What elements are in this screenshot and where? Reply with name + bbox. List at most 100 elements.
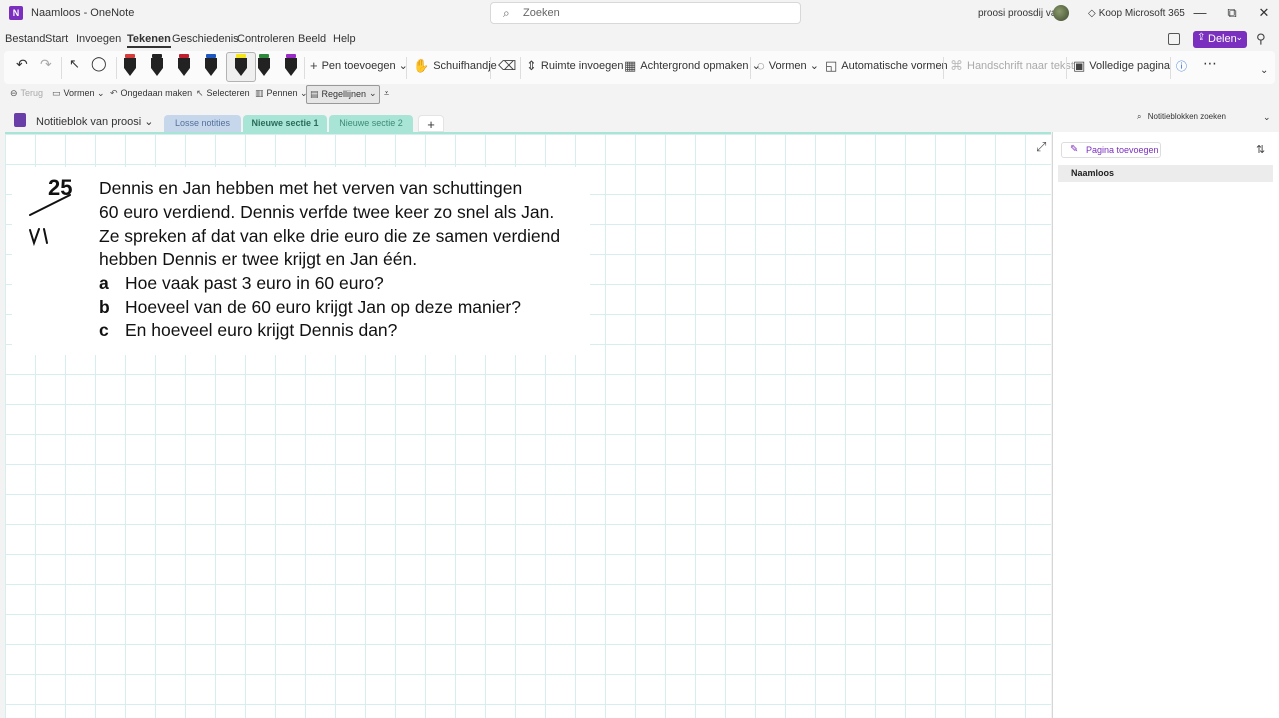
sort-icon[interactable]: ⇅	[1256, 143, 1265, 156]
add-section-button[interactable]: +	[418, 115, 444, 132]
page-list-item[interactable]: Naamloos	[1058, 165, 1273, 182]
onenote-icon: N	[9, 6, 23, 20]
menu-bar: Bestand Start Invoegen Tekenen Geschiede…	[0, 30, 1279, 50]
menu-start[interactable]: Start	[45, 33, 68, 45]
grid-icon: ▦	[624, 58, 637, 73]
lasso-icon[interactable]: ◯	[91, 55, 107, 72]
restore-button[interactable]: ⧉	[1222, 4, 1242, 22]
divider	[490, 57, 491, 79]
divider	[406, 57, 407, 79]
divider	[61, 57, 62, 79]
more-options-icon[interactable]: ⋯	[1203, 55, 1217, 72]
close-button[interactable]: ✕	[1254, 4, 1274, 22]
user-name[interactable]: proosi proosdij van	[978, 8, 1062, 19]
pen-3[interactable]	[176, 54, 192, 80]
question-text: Hoeveel van de 60 euro krijgt Jan op dez…	[125, 297, 521, 317]
menu-invoegen[interactable]: Invoegen	[76, 33, 121, 45]
share-button[interactable]: ⇪ Delen ⌄	[1193, 31, 1247, 48]
pen-tip	[258, 68, 270, 76]
pen-tip	[205, 68, 217, 76]
menu-geschiedenis[interactable]: Geschiedenis	[172, 33, 239, 45]
add-pen-button[interactable]: + Pen toevoegen ⌄	[310, 58, 408, 73]
pen-body	[151, 58, 163, 68]
question-text: Hoe vaak past 3 euro in 60 euro?	[125, 273, 384, 293]
menu-controleren[interactable]: Controleren	[237, 33, 294, 45]
back-button[interactable]: ⊖ Terug	[10, 88, 43, 99]
pen-body	[124, 58, 136, 68]
exercise-line: 60 euro verdiend. Dennis verfde twee kee…	[99, 202, 555, 222]
notebook-search[interactable]: ⌕ Notitieblokken zoeken ⌄	[1137, 112, 1271, 122]
help-icon[interactable]: ⓘ	[1176, 58, 1187, 74]
customize-toolbar-icon[interactable]: ⩡	[384, 88, 389, 99]
menu-tekenen[interactable]: Tekenen	[127, 33, 171, 48]
full-page-icon: ▣	[1073, 58, 1086, 73]
buy-microsoft-365-link[interactable]: ◇ Koop Microsoft 365	[1088, 8, 1185, 19]
pen-1[interactable]	[122, 54, 138, 80]
shapes-icon: ▭	[52, 88, 61, 98]
divider	[750, 57, 751, 79]
divider	[943, 57, 944, 79]
tab-nieuwe-sectie-2[interactable]: Nieuwe sectie 2	[329, 115, 413, 132]
insert-space-button[interactable]: ⇕ Ruimte invoegen	[526, 58, 623, 74]
cursor-icon: ↖	[196, 88, 204, 98]
menu-beeld[interactable]: Beeld	[298, 33, 326, 45]
pen-body	[178, 58, 190, 68]
notebook-section-bar: Notitieblok van proosi ⌄ Losse notities …	[0, 108, 1279, 135]
divider	[520, 57, 521, 79]
tab-losse-notities[interactable]: Losse notities	[164, 115, 241, 132]
pens-dropdown[interactable]: ▥ Pennen ⌄	[255, 88, 308, 99]
feedback-icon[interactable]: ⚲	[1256, 31, 1266, 47]
pen-6[interactable]	[256, 54, 272, 80]
select-button[interactable]: ↖ Selecteren	[196, 88, 250, 99]
undo-icon[interactable]: ↶	[16, 56, 28, 73]
highlighter-pen[interactable]	[233, 54, 249, 80]
full-page-button[interactable]: ▣ Volledige pagina	[1073, 58, 1170, 74]
insert-space-icon: ⇕	[526, 58, 537, 73]
minimize-button[interactable]: —	[1190, 4, 1210, 22]
format-background-button[interactable]: ▦ Achtergrond opmaken ⌄	[624, 58, 761, 74]
question-text: En hoeveel euro krijgt Dennis dan?	[125, 320, 398, 340]
pens-icon: ▥	[255, 88, 264, 98]
pen-tip	[235, 68, 247, 76]
shapes-button[interactable]: ◌ Vormen ⌄	[757, 58, 819, 73]
shapes-dropdown[interactable]: ▭ Vormen ⌄	[52, 88, 105, 99]
pen-7[interactable]	[283, 54, 299, 80]
pen-body	[258, 58, 270, 68]
notebook-icon	[14, 113, 26, 127]
plus-icon: +	[310, 58, 318, 73]
eraser-icon: ⌫	[498, 58, 517, 73]
tab-nieuwe-sectie-1[interactable]: Nieuwe sectie 1	[243, 115, 327, 132]
ink-to-text-icon: ⌘	[950, 58, 963, 73]
exercise-line: Ze spreken af dat van elke drie euro die…	[99, 226, 561, 246]
divider	[1066, 57, 1067, 79]
pen-body	[235, 58, 247, 68]
pen-2[interactable]	[149, 54, 165, 80]
pen-body	[285, 58, 297, 68]
select-cursor-icon[interactable]: ↖	[69, 56, 80, 72]
menu-help[interactable]: Help	[333, 33, 356, 45]
ruled-lines-dropdown[interactable]: ▤ Regellijnen ⌄	[306, 85, 380, 104]
exercise-line: hebben Dennis er twee krijgt en Jan één.	[99, 249, 418, 269]
hand-tool-button[interactable]: ✋ Schuifhandje	[413, 58, 497, 74]
redo-icon[interactable]: ↷	[40, 56, 52, 73]
undo-button[interactable]: ↶ Ongedaan maken	[110, 88, 192, 99]
avatar[interactable]	[1053, 5, 1069, 21]
auto-shapes-button[interactable]: ◱ Automatische vormen	[825, 58, 948, 74]
ink-to-text-button[interactable]: ⌘ Handschrift naar tekst	[950, 58, 1074, 74]
eraser-button[interactable]: ⌫	[498, 58, 520, 74]
search-box[interactable]: ⌕ Zoeken	[490, 2, 801, 24]
pen-4[interactable]	[203, 54, 219, 80]
pen-tip	[178, 68, 190, 76]
notebook-switcher[interactable]: Notitieblok van proosi ⌄	[36, 115, 153, 128]
title-bar: N Naamloos - OneNote ⌕ Zoeken proosi pro…	[0, 0, 1279, 28]
add-page-button[interactable]: ✎ Pagina toevoegen	[1061, 142, 1161, 158]
pen-tip	[285, 68, 297, 76]
sticky-note-icon[interactable]	[1168, 33, 1180, 45]
exercise-line: Dennis en Jan hebben met het verven van …	[99, 178, 523, 198]
handwritten-ink	[29, 194, 71, 247]
chevron-down-icon: ⌄	[1263, 112, 1271, 122]
share-icon: ⇪	[1197, 32, 1206, 43]
expand-icon[interactable]: ⤢	[1036, 139, 1046, 155]
menu-bestand[interactable]: Bestand	[5, 33, 45, 45]
collapse-ribbon-icon[interactable]: ⌄	[1260, 65, 1268, 76]
